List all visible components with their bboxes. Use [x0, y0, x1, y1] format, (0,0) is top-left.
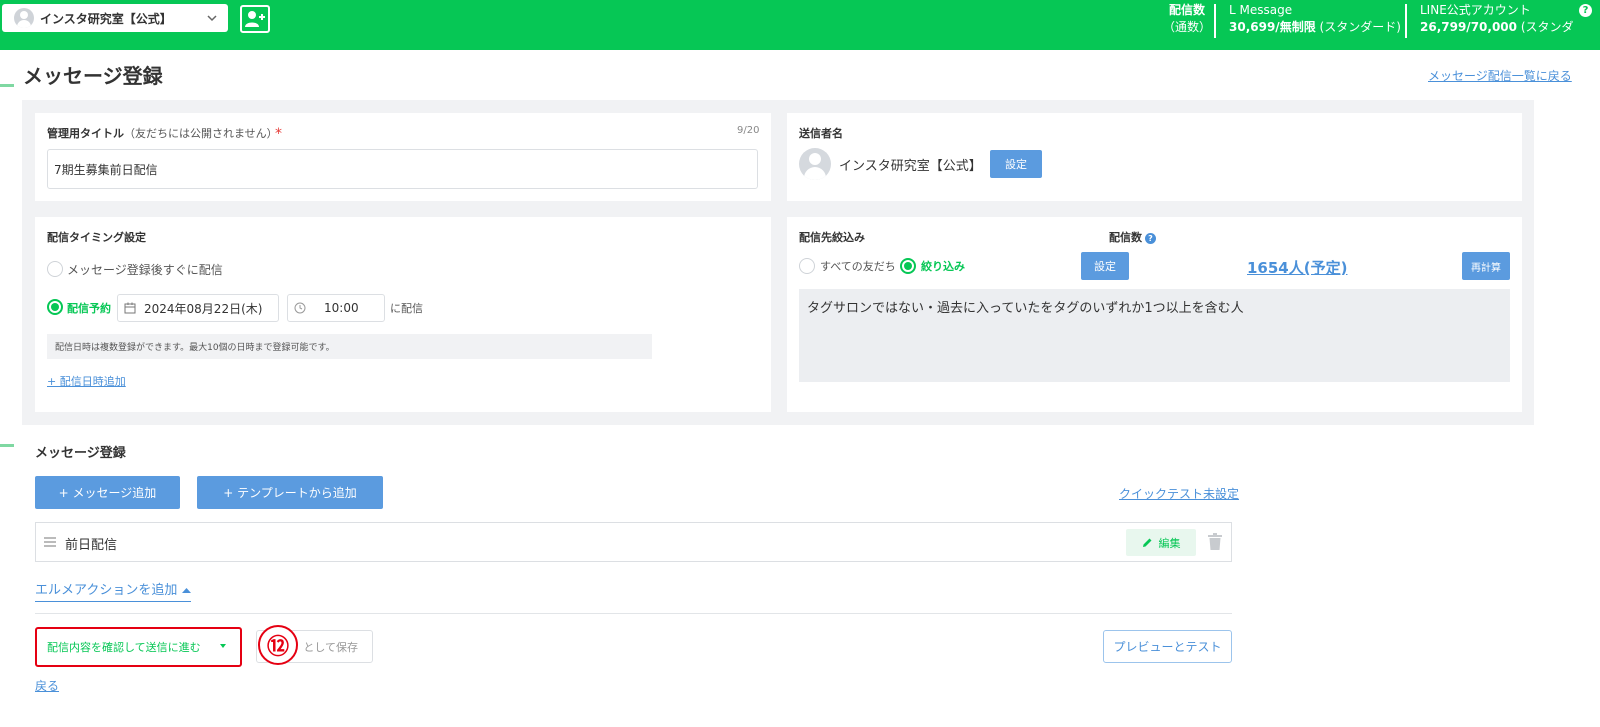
radio-all-friends[interactable]	[799, 258, 815, 274]
count-label: 配信数?	[1109, 229, 1156, 245]
recalculate-button[interactable]: 再計算	[1462, 252, 1510, 280]
list-item[interactable]: 前日配信 編集	[35, 522, 1232, 562]
timing-note: 配信日時は複数登録ができます。最大10個の日時まで登録可能です。	[47, 334, 652, 359]
required-mark: *	[275, 126, 282, 142]
add-action-link[interactable]: エルメアクションを追加	[35, 579, 191, 602]
admin-title-card: 管理用タイトル（友だちには公開されません） * 9/20 7期生募集前日配信	[35, 113, 771, 201]
line-account-stats: LINE公式アカウント 26,799/70,000 (スタンダ	[1420, 3, 1574, 34]
pencil-icon	[1142, 538, 1151, 547]
add-from-template-button[interactable]: + テンプレートから追加	[197, 476, 383, 509]
section-divider	[35, 613, 1232, 614]
sender-name: インスタ研究室【公式】	[839, 159, 982, 174]
back-link[interactable]: 戻る	[35, 677, 59, 694]
admin-title-label: 管理用タイトル（友だちには公開されません）	[47, 127, 278, 140]
immediate-option-label: メッセージ登録後すぐに配信	[67, 263, 223, 277]
quick-test-link[interactable]: クイックテスト未設定	[1119, 485, 1239, 502]
confirm-and-send-button[interactable]: 配信内容を確認して送信に進む	[35, 627, 242, 667]
time-input[interactable]: 10:00	[287, 294, 385, 322]
radio-scheduled[interactable]	[47, 299, 63, 315]
step-number-annotation: ⑫	[258, 625, 298, 665]
time-suffix: に配信	[390, 302, 423, 315]
account-name: インスタ研究室【公式】	[40, 11, 172, 26]
admin-title-input[interactable]: 7期生募集前日配信	[47, 149, 758, 189]
delivery-count-label: 配信数 （通数）	[1163, 3, 1212, 34]
filter-label: 絞り込み	[921, 260, 965, 273]
radio-immediate[interactable]	[47, 261, 63, 277]
preview-and-test-button[interactable]: プレビューとテスト	[1103, 630, 1232, 663]
clock-icon	[294, 302, 306, 314]
back-to-list-link[interactable]: メッセージ配信一覧に戻る	[1428, 67, 1572, 84]
message-section-title: メッセージ登録	[35, 446, 126, 461]
targeting-card: 配信先絞込み 配信数? すべての友だち 絞り込み 設定 1654人(予定) 再計…	[787, 217, 1522, 412]
sender-set-button[interactable]: 設定	[990, 150, 1042, 178]
trash-icon[interactable]	[1207, 533, 1223, 551]
account-selector[interactable]: インスタ研究室【公式】	[2, 4, 228, 32]
calendar-icon	[124, 302, 136, 314]
timing-label: 配信タイミング設定	[47, 231, 146, 244]
divider	[1405, 4, 1407, 38]
sender-card: 送信者名 インスタ研究室【公式】 設定	[787, 113, 1522, 201]
left-rail-marker	[0, 444, 14, 447]
divider	[1214, 4, 1216, 38]
scheduled-option-label: 配信予約	[67, 302, 111, 315]
char-counter: 9/20	[737, 125, 760, 136]
targeting-label: 配信先絞込み	[799, 231, 865, 244]
sender-label: 送信者名	[799, 127, 843, 140]
top-bar: インスタ研究室【公式】 配信数 （通数） L Message 30,699/無制…	[0, 0, 1600, 50]
filter-condition-box: タグサロンではない・過去に入っていたをタグのいずれか1つ以上を含む人	[799, 289, 1510, 382]
page-title: メッセージ登録	[23, 64, 163, 88]
sender-avatar-icon	[799, 148, 831, 180]
left-rail-marker	[0, 84, 14, 87]
message-name: 前日配信	[65, 538, 118, 553]
radio-filter[interactable]	[900, 258, 916, 274]
all-friends-label: すべての友だち	[820, 260, 896, 273]
timing-card: 配信タイミング設定 メッセージ登録後すぐに配信 配信予約 2024年08月22日…	[35, 217, 771, 412]
add-message-button[interactable]: + メッセージ追加	[35, 476, 180, 509]
help-icon[interactable]: ?	[1579, 4, 1592, 17]
edit-button[interactable]: 編集	[1126, 529, 1196, 556]
drag-handle-icon[interactable]	[44, 537, 56, 547]
chevron-down-icon	[207, 15, 217, 22]
question-icon[interactable]: ?	[1145, 232, 1156, 244]
add-datetime-link[interactable]: + 配信日時追加	[47, 373, 126, 389]
lmessage-stats: L Message 30,699/無制限 (スタンダード)	[1229, 3, 1401, 34]
caret-down-icon	[220, 644, 226, 648]
filter-set-button[interactable]: 設定	[1081, 252, 1129, 280]
date-input[interactable]: 2024年08月22日(木)	[117, 294, 279, 322]
caret-up-icon	[181, 588, 191, 593]
add-user-icon	[245, 11, 265, 27]
add-account-button[interactable]	[240, 5, 270, 33]
account-avatar-icon	[14, 8, 34, 28]
delivery-count-link[interactable]: 1654人(予定)	[1247, 257, 1347, 278]
